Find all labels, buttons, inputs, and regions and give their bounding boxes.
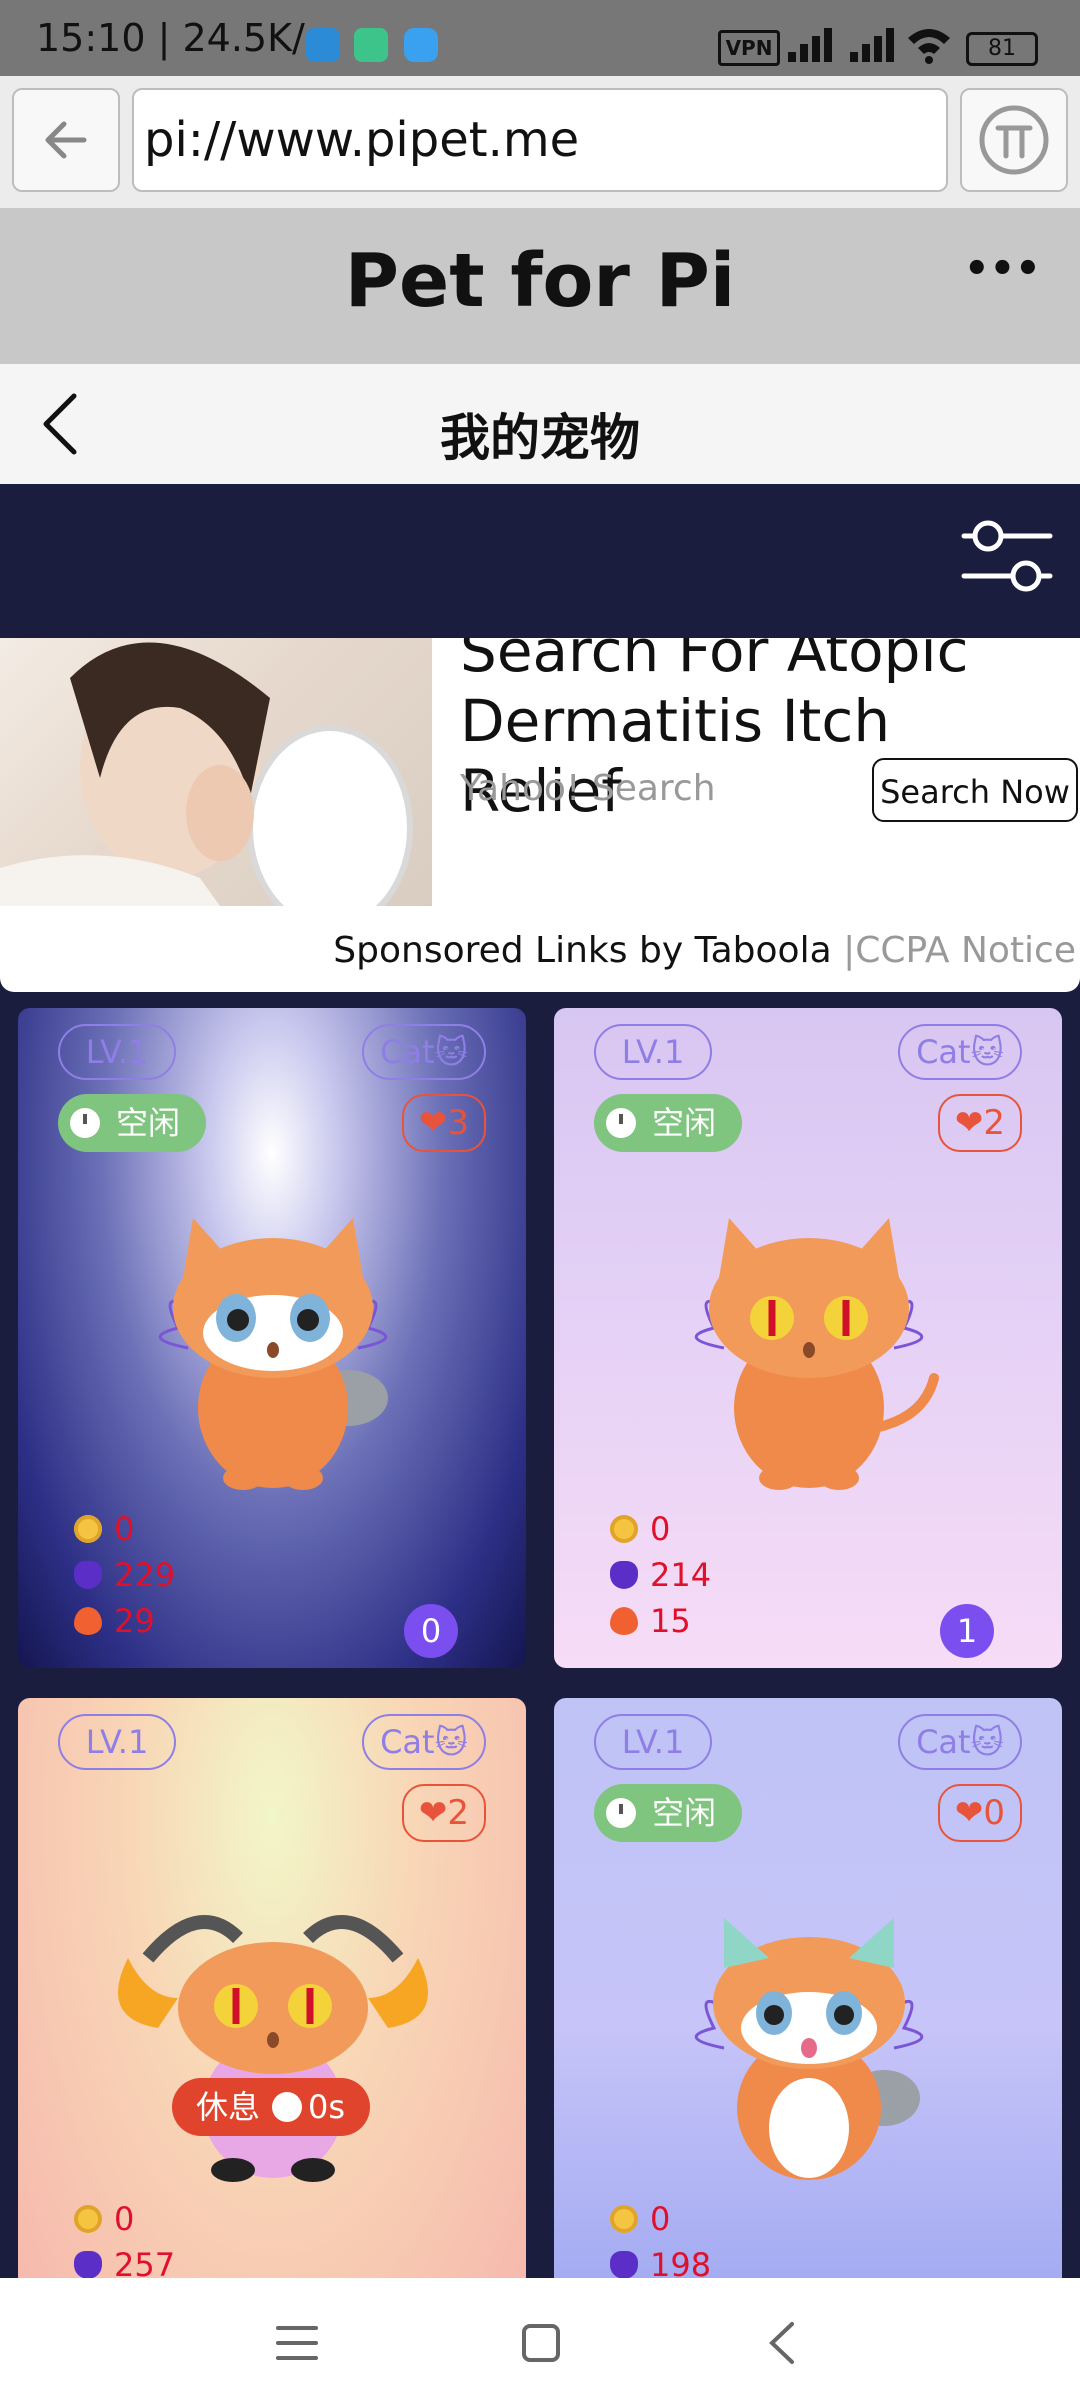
arrow-left-icon [45,121,87,159]
heart-icon: ❤ [418,1793,448,1833]
pet-card[interactable]: LV.1 Cat🐱 空闲 ❤3 0 229 29 0 [18,1008,526,1668]
hearts-badge: ❤2 [402,1784,486,1842]
pi-browser-button[interactable] [960,88,1068,192]
ad-source: Yahoo! Search [460,768,716,809]
status-idle-badge: 空闲 [594,1094,742,1152]
pet-stats: 0 198 [610,2196,711,2288]
taboola-link[interactable]: Sponsored Links by Taboola [333,930,831,971]
pet-type-badge: Cat🐱 [898,1024,1022,1080]
url-input[interactable]: pi://www.pipet.me [132,88,948,192]
hearts-badge: ❤2 [938,1094,1022,1152]
count-badge: 1 [940,1604,994,1658]
heart-icon: ❤ [954,1103,984,1143]
devil-icon [74,1561,102,1589]
level-badge: LV.1 [58,1024,176,1080]
signal-icon-2 [850,28,894,62]
filter-bar [0,484,1080,638]
more-menu-button[interactable]: ••• [964,246,1041,292]
pi-logo-icon [979,105,1049,175]
devil-icon [610,2251,638,2279]
pet-card[interactable]: LV.1 Cat🐱 空闲 ❤0 0 198 [554,1698,1062,2358]
clock-icon [70,1108,100,1138]
ad-separator: | [843,930,856,971]
coin-icon [74,1515,102,1543]
coin-icon [610,2205,638,2233]
browser-bar: pi://www.pipet.me [0,76,1080,208]
page-header: 我的宠物 [0,364,1080,484]
pet-type-badge: Cat🐱 [898,1714,1022,1770]
level-badge: LV.1 [594,1714,712,1770]
cat-pet-image [694,1918,924,2180]
pet-type-badge: Cat🐱 [362,1024,486,1080]
pet-stats: 0 257 [74,2196,175,2288]
fire-icon [610,1607,638,1635]
clock-icon [606,1108,636,1138]
coin-icon [74,2205,102,2233]
site-title: Pet for Pi [344,238,736,324]
pet-stats: 0 214 15 [610,1506,711,1644]
sponsored-ad[interactable]: Search For Atopic Dermatitis Itch Relief… [0,638,1080,992]
clock-icon [606,1798,636,1828]
app-icon-1 [306,28,340,62]
devil-icon [610,1561,638,1589]
level-badge: LV.1 [58,1714,176,1770]
home-icon[interactable] [516,2318,566,2368]
status-idle-badge: 空闲 [58,1094,206,1152]
pet-card[interactable]: LV.1 Cat🐱 ❤2 休息 0s 0 257 [18,1698,526,2358]
site-header: Pet for Pi ••• [0,208,1080,364]
shield-icon [354,28,388,62]
cat-pet-image [694,1218,939,1490]
clock-icon [272,2092,302,2122]
status-bar: 15:10 | 24.5K/s VPN 81 [0,0,1080,76]
status-time: 15:10 | 24.5K/s [36,16,325,60]
signal-icon-1 [788,28,832,62]
coin-icon [610,1515,638,1543]
ad-image[interactable] [0,638,432,906]
devil-icon [74,2251,102,2279]
back-button[interactable] [12,88,120,192]
status-rest-badge: 休息 0s [172,2078,370,2136]
status-idle-badge: 空闲 [594,1784,742,1842]
ad-search-now-button[interactable]: Search Now [872,758,1078,822]
pet-card[interactable]: LV.1 Cat🐱 空闲 ❤2 0 214 15 1 [554,1008,1062,1668]
count-badge: 0 [404,1604,458,1658]
cat-pet-image [158,1218,388,1490]
pet-type-badge: Cat🐱 [362,1714,486,1770]
level-badge: LV.1 [594,1024,712,1080]
ccpa-notice-link[interactable]: CCPA Notice [855,930,1076,971]
filter-settings-icon[interactable] [960,512,1054,602]
battery-icon: 81 [966,32,1038,66]
woman-mirror-photo [0,642,413,906]
cat-pet-image [118,1915,428,2182]
app-icon-3 [404,28,438,62]
back-nav-icon[interactable] [758,2318,808,2368]
hearts-badge: ❤3 [402,1094,486,1152]
pet-stats: 0 229 29 [74,1506,175,1644]
ad-footer: Sponsored Links by Taboola |CCPA Notice [333,930,1080,971]
heart-icon: ❤ [954,1793,984,1833]
hearts-badge: ❤0 [938,1784,1022,1842]
vpn-icon: VPN [718,30,780,66]
fire-icon [74,1607,102,1635]
heart-icon: ❤ [418,1103,448,1143]
page-title: 我的宠物 [440,409,640,467]
menu-icon[interactable] [272,2318,322,2368]
wifi-icon [908,29,950,64]
system-nav-bar [0,2278,1080,2408]
